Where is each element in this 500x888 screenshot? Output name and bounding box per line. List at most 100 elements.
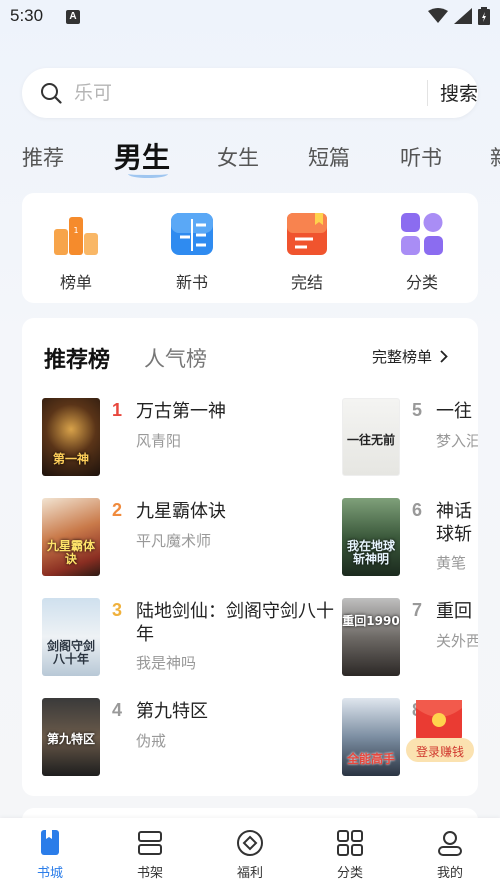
book-title: 一往 [436,401,472,422]
signal-icon [454,8,472,24]
nav-bookstore[interactable]: 书城 [20,828,80,881]
book-author: 伪戒 [136,732,167,750]
rank-number: 7 [412,600,423,620]
nav-bookstore-label: 书城 [36,866,63,881]
cover-title: 一往无前 [346,433,395,447]
quick-category-label: 分类 [405,273,438,292]
notification-icon: A [66,10,80,24]
tab-active-indicator [128,170,168,178]
book-title: 神话球斩 [436,501,472,545]
cover-title: 剑阁守剑八十年 [46,639,95,666]
quick-category[interactable]: 分类 [382,211,462,293]
book-cover: 九星霸体诀 [42,498,100,576]
tab-recommend-rank[interactable]: 推荐榜 [44,342,110,374]
rank-number: 2 [112,500,123,520]
cover-title: 重回1990 [342,614,400,628]
nav-category[interactable]: 分类 [320,828,380,881]
book-cover: 第一神 [42,398,100,476]
rank-number: 4 [112,700,123,720]
nav-bookshelf-label: 书架 [136,866,163,881]
full-ranking-link[interactable]: 完整榜单 [372,346,448,367]
chevron-right-icon [440,350,448,363]
tab-audio[interactable]: 听书 [400,142,442,172]
podium-icon: 1 [52,211,100,257]
nav-profile-label: 我的 [436,866,463,881]
book-author: 风青阳 [136,432,182,450]
nav-welfare-label: 福利 [236,866,263,881]
book-title: 陆地剑仙：剑阁守剑八十年 [136,601,334,645]
book-item[interactable]: 第九特区 4 第九特区 伪戒 [42,698,342,778]
battery-icon [478,7,490,25]
full-ranking-label: 完整榜单 [372,348,433,366]
bookstore-icon [35,828,65,858]
tab-short[interactable]: 短篇 [308,142,350,172]
new-book-icon [168,211,216,257]
tab-female[interactable]: 女生 [217,142,259,172]
search-bar: 搜索 [22,68,478,118]
book-author: 关外西 [436,632,478,650]
book-author: 平凡魔术师 [136,532,212,550]
book-author: 梦入汩 [436,432,478,450]
tab-new[interactable]: 新 [490,142,500,172]
book-cover: 剑阁守剑八十年 [42,598,100,676]
quick-completed[interactable]: 完结 [267,211,347,293]
cover-title: 我在地球斩神明 [346,539,395,566]
book-cover: 我在地球斩神明 [342,498,400,576]
book-cover: 全能高手 [342,698,400,776]
status-bar: 5:30 A [0,0,500,36]
quick-new-books-label: 新书 [175,273,208,292]
category-grid-icon [398,211,446,257]
nav-bookshelf[interactable]: 书架 [120,828,180,881]
nav-category-label: 分类 [336,866,363,881]
rank-number: 6 [412,500,423,520]
quick-ranking[interactable]: 1 榜单 [36,211,116,293]
channel-tabs: 推荐 男生 女生 短篇 听书 新 [0,134,500,182]
status-time: 5:30 [10,6,44,25]
cover-title: 第九特区 [46,732,95,746]
profile-icon [435,828,465,858]
status-icons [428,7,490,25]
book-item[interactable]: 重回1990 7 重回 关外西 [342,598,478,678]
svg-text:1: 1 [73,226,78,235]
rank-number: 3 [112,600,123,620]
quick-ranking-label: 榜单 [59,273,92,292]
search-icon [41,83,62,104]
quick-new-books[interactable]: 新书 [152,211,232,293]
completed-book-icon [283,211,331,257]
nav-welfare[interactable]: 福利 [220,828,280,881]
quick-completed-label: 完结 [290,273,323,292]
book-cover: 一往无前 [342,398,400,476]
cover-title: 第一神 [52,452,89,466]
book-title: 万古第一神 [136,401,226,422]
wifi-icon [428,8,448,23]
welfare-icon [235,828,265,858]
book-item[interactable]: 九星霸体诀 2 九星霸体诀 平凡魔术师 [42,498,342,578]
tab-recommend[interactable]: 推荐 [22,142,64,172]
tab-popular-rank[interactable]: 人气榜 [144,343,207,373]
bottom-nav: 书城 书架 福利 分类 我的 [0,818,500,888]
book-item[interactable]: 第一神 1 万古第一神 风青阳 [42,398,342,478]
rank-number: 5 [412,400,423,420]
book-cover: 重回1990 [342,598,400,676]
book-author: 黄笔 [436,554,467,572]
rank-number: 1 [112,400,123,420]
cover-title: 九星霸体诀 [46,539,95,566]
book-title: 九星霸体诀 [136,501,226,522]
book-item[interactable]: 一往无前 5 一往 梦入汩 [342,398,478,478]
search-input[interactable] [74,78,394,108]
quick-entry-card: 1 榜单 新书 完结 分类 [22,193,478,303]
book-item[interactable]: 我在地球斩神明 6 神话球斩 黄笔 [342,498,478,578]
login-reward-label: 登录赚钱 [415,745,464,759]
cover-title: 全能高手 [346,752,395,766]
login-reward-badge[interactable]: 登录赚钱 [406,700,474,766]
bookshelf-icon [135,828,165,858]
search-divider [427,80,428,106]
nav-profile[interactable]: 我的 [420,828,480,881]
book-cover: 第九特区 [42,698,100,776]
book-title: 第九特区 [136,701,208,722]
search-button[interactable]: 搜索 [440,79,478,106]
category-icon [335,828,365,858]
book-item[interactable]: 剑阁守剑八十年 3 陆地剑仙：剑阁守剑八十年 我是神吗 [42,598,342,678]
book-author: 我是神吗 [136,654,197,672]
book-title: 重回 [436,601,472,622]
